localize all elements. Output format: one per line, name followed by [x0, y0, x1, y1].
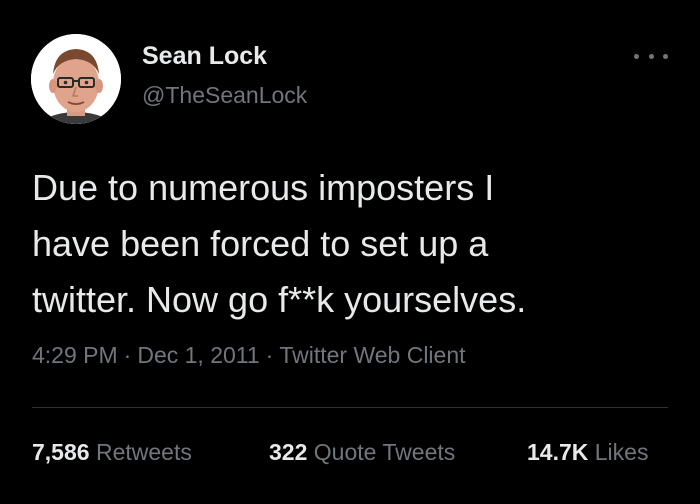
likes-label: Likes — [594, 439, 649, 465]
tweet-text-line: Due to numerous imposters I — [32, 167, 495, 208]
tweet-client[interactable]: Twitter Web Client — [279, 342, 465, 368]
retweets-stat[interactable]: 7,586 Retweets — [32, 439, 192, 466]
quote-tweets-count: 322 — [269, 439, 308, 465]
tweet-text-line: twitter. Now go f**k yourselves. — [32, 279, 527, 320]
tweet-time[interactable]: 4:29 PM — [32, 342, 118, 368]
profile-photo — [31, 34, 121, 124]
quote-tweets-stat[interactable]: 322 Quote Tweets — [269, 439, 455, 466]
menu-dot — [634, 53, 639, 59]
tweet-text-line: have been forced to set up a — [32, 223, 489, 264]
tweet-date[interactable]: Dec 1, 2011 — [137, 342, 259, 368]
separator: · — [265, 342, 274, 368]
quote-tweets-label: Quote Tweets — [313, 439, 456, 465]
display-name[interactable]: Sean Lock — [142, 42, 267, 71]
user-handle[interactable]: @TheSeanLock — [142, 82, 307, 109]
retweets-label: Retweets — [95, 439, 192, 465]
menu-dot — [648, 53, 654, 59]
menu-dot — [663, 53, 668, 59]
likes-count: 14.7K — [527, 439, 589, 465]
separator: · — [123, 342, 132, 368]
more-options-icon[interactable] — [634, 44, 668, 68]
tweet-detail: Sean Lock @TheSeanLock Due to numerous i… — [0, 0, 700, 504]
tweet-metadata: 4:29 PM · Dec 1, 2011 · Twitter Web Client — [32, 342, 466, 369]
likes-stat[interactable]: 14.7K Likes — [527, 439, 648, 466]
retweets-count: 7,586 — [32, 439, 90, 465]
divider — [32, 407, 668, 408]
tweet-text: Due to numerous imposters I have been fo… — [32, 160, 672, 328]
avatar[interactable] — [31, 34, 121, 124]
